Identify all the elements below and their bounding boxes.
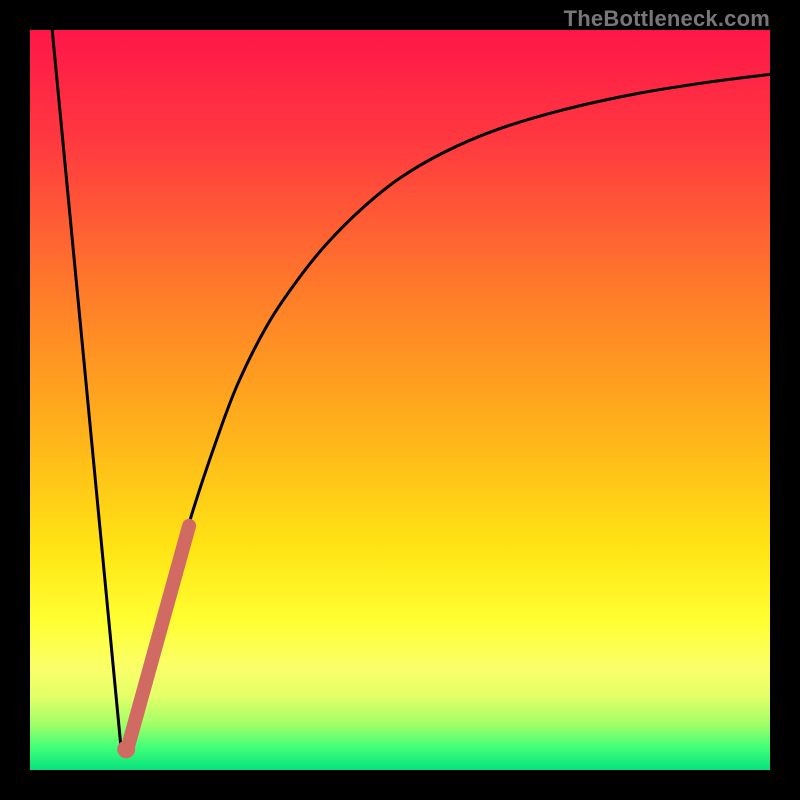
watermark-text: TheBottleneck.com [564, 6, 770, 32]
curve-layer [30, 30, 770, 770]
curve-left-branch [52, 30, 121, 748]
highlight-dot [117, 740, 135, 758]
plot-area [30, 30, 770, 770]
curve-right-branch [121, 74, 770, 747]
highlight-segment [128, 526, 189, 748]
chart-frame: TheBottleneck.com [0, 0, 800, 800]
